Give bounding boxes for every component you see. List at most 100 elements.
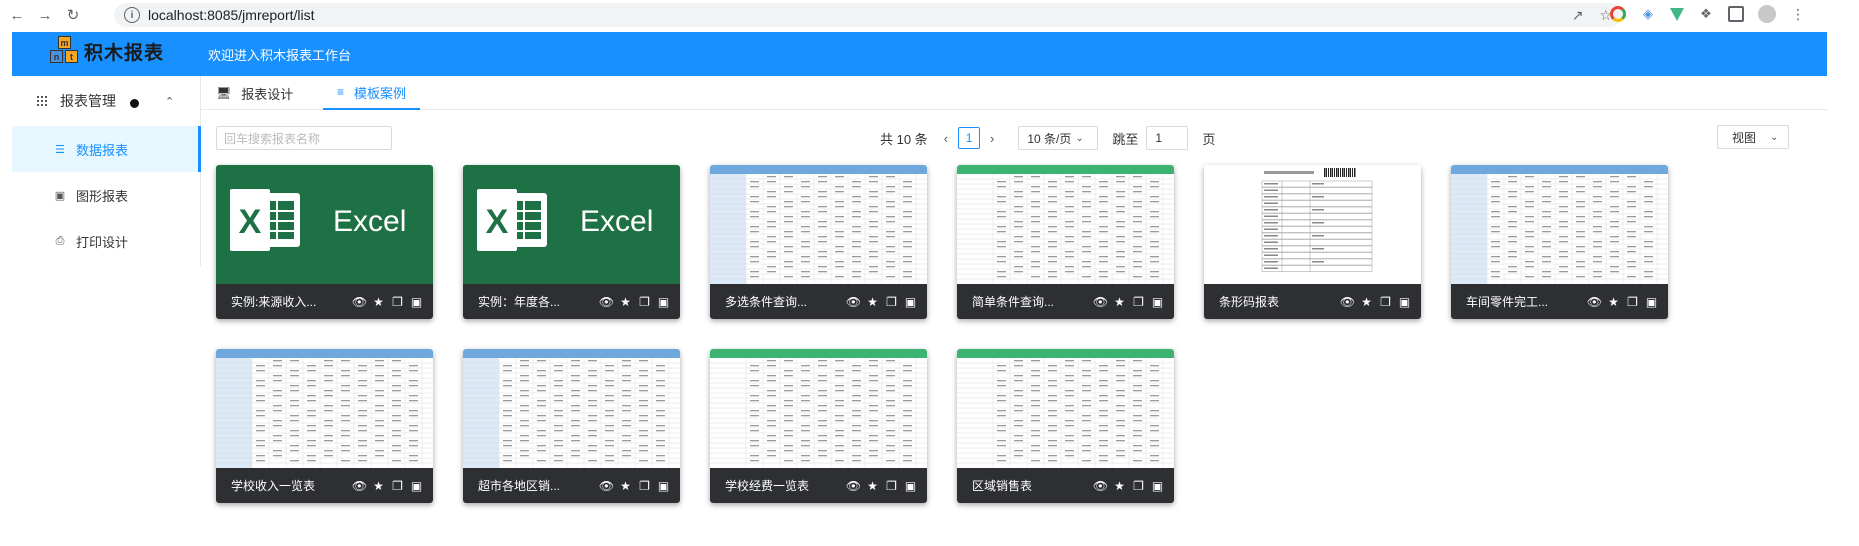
report-thumbnail[interactable] [1451,165,1668,284]
report-thumbnail[interactable] [216,349,433,468]
tab-report-design[interactable]: 🖥︎ 报表设计 [216,76,293,110]
view-select[interactable]: 视图 ⌄ [1717,125,1789,149]
chrome-extension-icon[interactable] [1610,6,1626,22]
more-menu-icon[interactable]: ⋮ [1790,6,1806,22]
chevron-up-icon[interactable]: ⌃ [165,95,174,108]
card-title: 实例：年度各... [478,295,561,309]
prev-page-icon[interactable]: ‹ [944,131,948,146]
form-thumbnail [1204,165,1421,284]
jump-page-input[interactable]: 1 [1146,126,1189,150]
favorite-star-icon[interactable]: ★ [866,295,879,309]
image-icon[interactable]: ▣ [904,479,917,493]
image-icon[interactable]: ▣ [1151,295,1164,309]
puzzle-icon[interactable]: ❖ [1698,6,1714,22]
image-icon[interactable]: ▣ [1645,295,1658,309]
copy-icon[interactable]: ❐ [885,479,898,493]
report-card[interactable]: 学校收入一览表 👁︎ ★ ❐ ▣ [216,349,433,503]
reload-icon[interactable]: ↻ [62,4,84,26]
vue-extension-icon[interactable] [1670,7,1684,21]
forward-icon[interactable]: → [34,4,56,26]
card-title: 车间零件完工... [1466,295,1549,309]
favorite-star-icon[interactable]: ★ [1113,295,1126,309]
preview-eye-icon[interactable]: 👁︎ [352,295,367,309]
back-icon[interactable]: ← [6,4,28,26]
favorite-star-icon[interactable]: ★ [619,295,632,309]
report-thumbnail[interactable] [710,349,927,468]
favorite-star-icon[interactable]: ★ [372,479,385,493]
table-thumbnail [710,349,927,468]
image-icon[interactable]: ▣ [657,295,670,309]
logo: m n t 积木报表 [50,36,164,66]
preview-eye-icon[interactable]: 👁︎ [846,295,861,309]
sidebar-item-print-design[interactable]: ⎙ 打印设计 [12,218,201,264]
chevron-down-icon: ⌄ [1075,132,1084,144]
image-icon[interactable]: ▣ [657,479,670,493]
report-card[interactable]: 车间零件完工... 👁︎ ★ ❐ ▣ [1451,165,1668,319]
tab-label: 模板案例 [354,85,407,101]
sidepanel-icon[interactable] [1728,6,1744,22]
preview-eye-icon[interactable]: 👁︎ [352,479,367,493]
card-title: 实例:来源收入... [231,295,317,309]
report-card[interactable]: 多选条件查询... 👁︎ ★ ❐ ▣ [710,165,927,319]
image-icon[interactable]: ▣ [410,479,423,493]
copy-icon[interactable]: ❐ [1132,295,1145,309]
copy-icon[interactable]: ❐ [1626,295,1639,309]
svg-text:X: X [239,203,262,241]
sidebar-item-chart-report[interactable]: ▣ 图形报表 [12,172,201,218]
favorite-star-icon[interactable]: ★ [1360,295,1373,309]
report-thumbnail[interactable]: X Excel [216,165,433,284]
copy-icon[interactable]: ❐ [638,479,651,493]
sidebar-item-data-report[interactable]: ☰ 数据报表 [12,126,201,172]
preview-eye-icon[interactable]: 👁︎ [1587,295,1602,309]
favorite-star-icon[interactable]: ★ [866,479,879,493]
address-bar[interactable]: i localhost:8085/jmreport/list ↗ ☆ [114,3,1622,27]
sidebar-group-report-management[interactable]: 报表管理 ⌃ [12,76,201,126]
copy-icon[interactable]: ❐ [885,295,898,309]
card-title: 学校经费一览表 [725,479,810,493]
copy-icon[interactable]: ❐ [1132,479,1145,493]
report-card[interactable]: 学校经费一览表 👁︎ ★ ❐ ▣ [710,349,927,503]
copy-icon[interactable]: ❐ [1379,295,1392,309]
report-card[interactable]: 条形码报表 👁︎ ★ ❐ ▣ [1204,165,1421,319]
image-icon: ▣ [54,189,66,202]
image-icon[interactable]: ▣ [410,295,423,309]
image-icon[interactable]: ▣ [1398,295,1411,309]
image-icon[interactable]: ▣ [904,295,917,309]
report-thumbnail[interactable] [957,349,1174,468]
search-input[interactable]: 回车搜索报表名称 [216,126,392,150]
preview-eye-icon[interactable]: 👁︎ [1093,295,1108,309]
favorite-star-icon[interactable]: ★ [1113,479,1126,493]
report-thumbnail[interactable] [710,165,927,284]
image-icon[interactable]: ▣ [1151,479,1164,493]
page-size-select[interactable]: 10 条/页 ⌄ [1018,126,1099,150]
report-thumbnail[interactable] [463,349,680,468]
profile-avatar-icon[interactable] [1758,5,1776,23]
report-card[interactable]: 超市各地区销... 👁︎ ★ ❐ ▣ [463,349,680,503]
favorite-star-icon[interactable]: ★ [372,295,385,309]
layers-extension-icon[interactable]: ◈ [1640,6,1656,22]
report-thumbnail[interactable] [1204,165,1421,284]
copy-icon[interactable]: ❐ [391,295,404,309]
preview-eye-icon[interactable]: 👁︎ [1340,295,1355,309]
current-page-button[interactable]: 1 [958,127,981,149]
copy-icon[interactable]: ❐ [391,479,404,493]
tab-template-cases[interactable]: ≡ 模板案例 [323,76,421,110]
card-footer: 条形码报表 👁︎ ★ ❐ ▣ [1204,284,1421,319]
report-card[interactable]: 简单条件查询... 👁︎ ★ ❐ ▣ [957,165,1174,319]
page-size-value: 10 条/页 [1027,131,1072,146]
favorite-star-icon[interactable]: ★ [619,479,632,493]
report-thumbnail[interactable] [957,165,1174,284]
preview-eye-icon[interactable]: 👁︎ [1093,479,1108,493]
report-card[interactable]: 区域销售表 👁︎ ★ ❐ ▣ [957,349,1174,503]
info-icon[interactable]: i [124,7,140,23]
favorite-star-icon[interactable]: ★ [1607,295,1620,309]
next-page-icon[interactable]: › [990,131,994,146]
preview-eye-icon[interactable]: 👁︎ [846,479,861,493]
copy-icon[interactable]: ❐ [638,295,651,309]
report-card[interactable]: X Excel 实例：年度各... 👁︎ ★ ❐ ▣ [463,165,680,319]
share-icon[interactable]: ↗ [1572,7,1584,24]
report-thumbnail[interactable]: X Excel [463,165,680,284]
preview-eye-icon[interactable]: 👁︎ [599,479,614,493]
report-card[interactable]: X Excel 实例:来源收入... 👁︎ ★ ❐ ▣ [216,165,433,319]
preview-eye-icon[interactable]: 👁︎ [599,295,614,309]
